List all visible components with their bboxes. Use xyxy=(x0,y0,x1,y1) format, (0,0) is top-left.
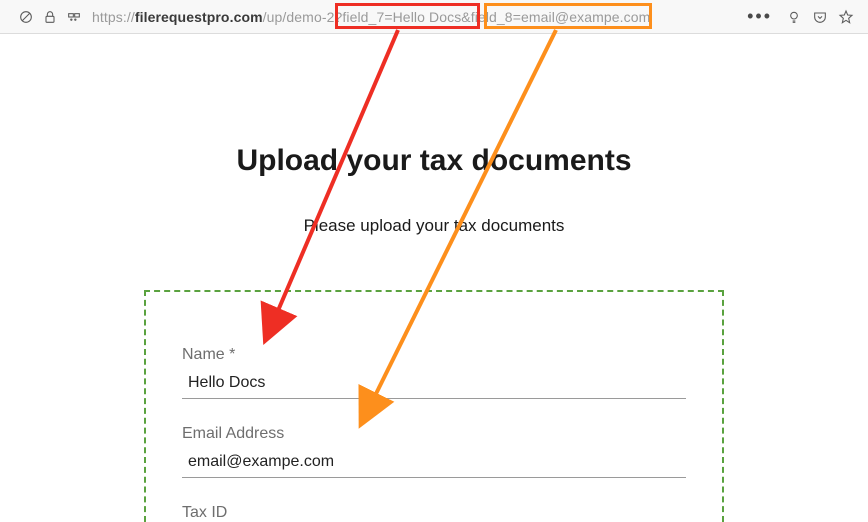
bar-icons-left xyxy=(18,9,82,25)
tracking-blocked-icon xyxy=(18,9,34,25)
name-label: Name * xyxy=(182,346,686,364)
page-actions-ellipsis[interactable]: ••• xyxy=(747,6,772,27)
url-domain: filerequestpro.com xyxy=(135,9,263,25)
field-taxid: Tax ID xyxy=(182,504,686,522)
page-subtitle: Please upload your tax documents xyxy=(0,216,868,236)
page-title: Upload your tax documents xyxy=(0,144,868,178)
url-protocol: https:// xyxy=(92,9,135,25)
browser-address-bar: https://filerequestpro.com/up/demo-2?fie… xyxy=(0,0,868,34)
url-path: /up/demo-2 xyxy=(263,9,335,25)
annotation-highlight-orange xyxy=(484,3,652,29)
field-email: Email Address xyxy=(182,425,686,478)
lock-icon xyxy=(42,9,58,25)
email-input[interactable] xyxy=(182,449,686,478)
pocket-icon[interactable] xyxy=(812,9,828,25)
bar-icons-right: ••• xyxy=(747,6,854,27)
permissions-icon xyxy=(66,9,82,25)
annotation-highlight-red xyxy=(335,3,480,29)
email-label: Email Address xyxy=(182,425,686,443)
field-name: Name * xyxy=(182,346,686,399)
star-icon[interactable] xyxy=(838,9,854,25)
upload-form-card: Name * Email Address Tax ID xyxy=(144,290,724,522)
lightbulb-icon[interactable] xyxy=(786,9,802,25)
name-input[interactable] xyxy=(182,370,686,399)
taxid-label: Tax ID xyxy=(182,504,686,522)
page-content: Upload your tax documents Please upload … xyxy=(0,34,868,522)
